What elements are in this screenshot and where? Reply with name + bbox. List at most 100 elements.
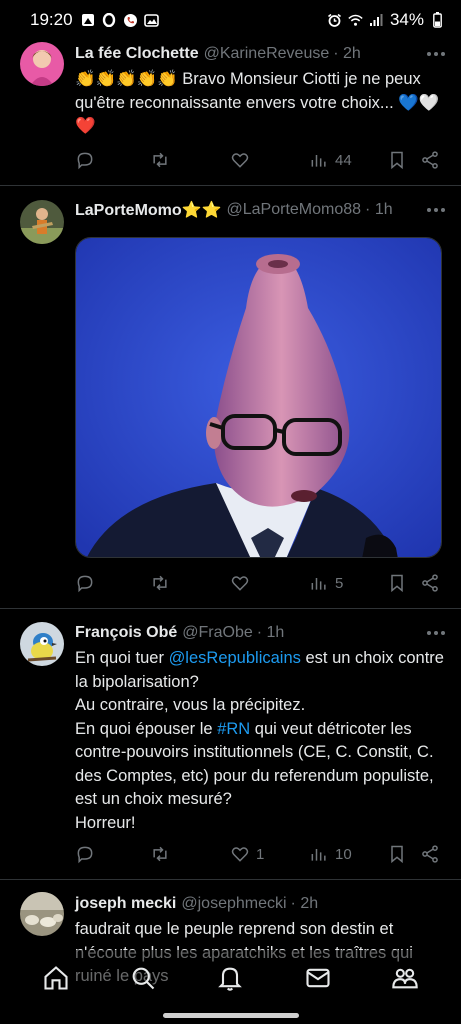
more-icon[interactable] bbox=[427, 631, 445, 635]
avatar[interactable] bbox=[20, 42, 64, 86]
tweet-media-image[interactable] bbox=[75, 237, 442, 558]
nav-home[interactable] bbox=[36, 958, 76, 998]
hashtag-link[interactable]: #RN bbox=[217, 720, 250, 738]
wifi-icon bbox=[348, 13, 363, 28]
views-button[interactable]: 5 bbox=[309, 573, 343, 593]
tweet-header: joseph mecki @josephmecki · 2h bbox=[75, 892, 445, 916]
tweet-actions: 1 10 bbox=[75, 842, 443, 866]
gallery-notification-icon bbox=[81, 13, 96, 28]
avatar[interactable] bbox=[20, 200, 64, 244]
views-icon bbox=[311, 578, 326, 590]
share-icon bbox=[422, 845, 438, 863]
reply-button[interactable] bbox=[75, 573, 95, 593]
avatar[interactable] bbox=[20, 622, 64, 666]
nav-messages[interactable] bbox=[298, 958, 338, 998]
handle[interactable]: @KarineReveuse bbox=[204, 45, 330, 63]
tweet-text: En quoi tuer @lesRepublicains est un cho… bbox=[75, 647, 445, 835]
bookmark-button[interactable] bbox=[387, 573, 407, 593]
display-name[interactable]: La fée Clochette bbox=[75, 45, 199, 63]
home-indicator[interactable] bbox=[163, 1013, 299, 1018]
bookmark-button[interactable] bbox=[387, 150, 407, 170]
home-icon bbox=[44, 966, 68, 990]
heart-icon bbox=[231, 153, 249, 168]
like-button[interactable] bbox=[230, 573, 250, 593]
like-button[interactable]: 1 bbox=[230, 844, 264, 864]
bookmark-button[interactable] bbox=[387, 844, 407, 864]
reply-icon bbox=[77, 846, 93, 864]
retweet-button[interactable] bbox=[150, 573, 170, 593]
reply-icon bbox=[77, 152, 93, 170]
status-right: 34% bbox=[327, 10, 445, 30]
tweet-paragraph: Horreur! bbox=[75, 813, 136, 832]
status-left: 19:20 bbox=[30, 10, 159, 30]
reply-button[interactable] bbox=[75, 150, 95, 170]
retweet-icon bbox=[153, 575, 167, 591]
communities-icon bbox=[392, 968, 418, 989]
tweet-body: La fée Clochette @KarineReveuse · 2h 👏👏👏… bbox=[75, 42, 445, 139]
tweet-actions: 44 bbox=[75, 148, 443, 172]
handle[interactable]: @FraObe bbox=[182, 624, 252, 642]
tweet-body: François Obé @FraObe · 1h En quoi tuer @… bbox=[75, 621, 445, 835]
views-count: 44 bbox=[335, 151, 352, 169]
timestamp[interactable]: · 2h bbox=[333, 45, 361, 63]
tweet-paragraph: Au contraire, vous la précipitez. bbox=[75, 696, 306, 714]
timestamp[interactable]: · 1h bbox=[365, 201, 393, 219]
likes-count: 1 bbox=[256, 845, 265, 863]
battery-percent: 34% bbox=[389, 10, 424, 29]
share-icon bbox=[422, 574, 438, 592]
avatar[interactable] bbox=[20, 892, 64, 936]
share-button[interactable] bbox=[420, 573, 440, 593]
display-name[interactable]: LaPorteMomo⭐⭐ bbox=[75, 200, 222, 220]
share-button[interactable] bbox=[420, 150, 440, 170]
nav-notifications[interactable] bbox=[210, 958, 250, 998]
like-button[interactable] bbox=[230, 150, 250, 170]
views-icon bbox=[311, 849, 326, 861]
tweet-text: 👏👏👏👏👏 Bravo Monsieur Ciotti je ne peux q… bbox=[75, 70, 440, 135]
nav-search[interactable] bbox=[123, 958, 163, 998]
bottom-navigation bbox=[0, 950, 461, 1006]
tweet-actions: 5 bbox=[75, 571, 443, 595]
more-icon[interactable] bbox=[427, 208, 445, 212]
more-icon[interactable] bbox=[427, 52, 445, 56]
heart-icon bbox=[231, 847, 249, 862]
views-button[interactable]: 10 bbox=[309, 844, 352, 864]
retweet-button[interactable] bbox=[150, 150, 170, 170]
tweet-paragraph: En quoi tuer @lesRepublicains est un cho… bbox=[75, 647, 445, 694]
tweet-1[interactable]: La fée Clochette @KarineReveuse · 2h 👏👏👏… bbox=[0, 40, 461, 186]
tweet-header: François Obé @FraObe · 1h bbox=[75, 621, 445, 645]
timestamp[interactable]: · 1h bbox=[257, 624, 285, 642]
reply-button[interactable] bbox=[75, 844, 95, 864]
text-segment: En quoi épouser le bbox=[75, 719, 218, 738]
reply-icon bbox=[77, 575, 93, 593]
notifications-icon bbox=[218, 967, 243, 991]
nav-communities[interactable] bbox=[385, 958, 425, 998]
mention-link[interactable]: @lesRepublicains bbox=[169, 649, 301, 667]
views-count: 10 bbox=[335, 845, 352, 863]
display-name[interactable]: joseph mecki bbox=[75, 895, 176, 913]
retweet-icon bbox=[153, 152, 167, 168]
retweet-icon bbox=[153, 846, 167, 862]
tweet-2[interactable]: LaPorteMomo⭐⭐ @LaPorteMomo88 · 1h 5 bbox=[0, 186, 461, 609]
retweet-button[interactable] bbox=[150, 844, 170, 864]
alarm-icon bbox=[327, 13, 342, 28]
bookmark-icon bbox=[391, 151, 403, 170]
search-icon bbox=[132, 967, 155, 990]
signal-icon bbox=[369, 13, 384, 28]
tweet-body: LaPorteMomo⭐⭐ @LaPorteMomo88 · 1h bbox=[75, 198, 445, 222]
status-bar: 19:20 34% bbox=[0, 0, 461, 40]
tweet-paragraph: En quoi épouser le #RN qui veut détricot… bbox=[75, 718, 445, 812]
share-button[interactable] bbox=[420, 844, 440, 864]
handle[interactable]: @josephmecki bbox=[181, 895, 286, 913]
phone-icon bbox=[123, 13, 138, 28]
status-time: 19:20 bbox=[30, 10, 73, 29]
bookmark-icon bbox=[391, 574, 403, 593]
timestamp[interactable]: · 2h bbox=[291, 895, 319, 913]
opera-icon bbox=[102, 13, 117, 28]
handle[interactable]: @LaPorteMomo88 bbox=[227, 201, 362, 219]
display-name[interactable]: François Obé bbox=[75, 624, 177, 642]
battery-icon bbox=[430, 12, 445, 28]
heart-icon bbox=[231, 576, 249, 591]
views-button[interactable]: 44 bbox=[309, 150, 352, 170]
share-icon bbox=[422, 151, 438, 169]
tweet-3[interactable]: François Obé @FraObe · 1h En quoi tuer @… bbox=[0, 609, 461, 880]
